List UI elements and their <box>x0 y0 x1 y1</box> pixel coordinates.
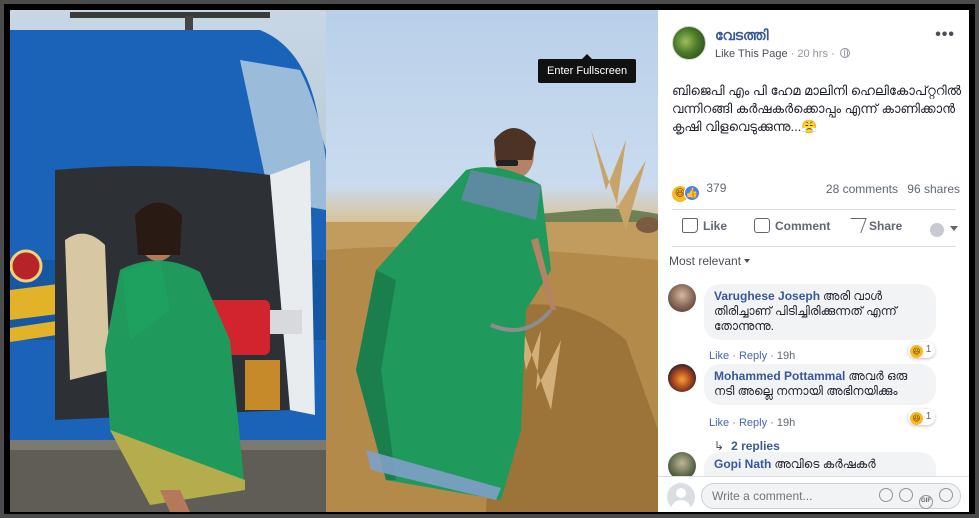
page-name[interactable]: വേടത്തി <box>715 27 769 44</box>
photo-field-panel <box>326 10 658 512</box>
haha-reaction-icon: 😆 <box>910 345 923 358</box>
comment-reaction-count: 1 <box>925 344 932 355</box>
comment-author[interactable]: Varughese Joseph <box>714 289 820 303</box>
avatar <box>667 483 695 511</box>
post-actions: Like Comment Share <box>672 213 962 243</box>
like-button[interactable]: Like <box>682 218 727 233</box>
gif-icon[interactable]: GIF <box>919 495 933 509</box>
enter-fullscreen-tooltip: Enter Fullscreen <box>538 54 637 83</box>
like-icon <box>682 218 698 233</box>
chevron-down-icon[interactable] <box>950 226 958 231</box>
divider-bottom <box>672 246 956 247</box>
reaction-count[interactable]: 379 <box>706 181 726 195</box>
helicopter-scene <box>10 12 326 512</box>
sticker-icon[interactable] <box>939 488 953 502</box>
comment-bubble: Varughese Joseph അരി വാൾ തിരിച്ചാണ് പിടിച… <box>704 284 936 340</box>
comment-reactions[interactable]: 😆 1 <box>908 409 936 425</box>
comment-time[interactable]: 19h <box>777 350 795 362</box>
post-side-panel: വേടത്തി Like This Page · 20 hrs · ••• ബി… <box>658 10 969 512</box>
engagement-counts: 28 comments 96 shares <box>820 182 960 196</box>
avatar[interactable] <box>668 364 696 392</box>
avatar[interactable] <box>668 284 696 312</box>
shares-count[interactable]: 96 shares <box>907 182 960 196</box>
camera-icon[interactable] <box>899 488 913 502</box>
comment-text: അവിടെ കർഷകർ <box>774 457 876 471</box>
more-icon[interactable]: ••• <box>935 26 955 44</box>
comment-like-link[interactable]: Like <box>709 417 729 429</box>
harvest-scene <box>326 127 658 512</box>
like-button-label: Like <box>703 219 728 233</box>
view-replies-link[interactable]: ↳ 2 replies <box>714 439 780 453</box>
comment-author[interactable]: Gopi Nath <box>714 457 771 471</box>
comment-reply-link[interactable]: Reply <box>739 350 767 362</box>
composer-tools: GIF <box>873 488 953 509</box>
post-header: വേടത്തി Like This Page · 20 hrs · ••• <box>658 10 969 74</box>
comment-button-label: Comment <box>775 219 831 233</box>
share-button-label: Share <box>869 219 903 233</box>
comment-icon <box>754 218 770 233</box>
comment-reaction-count: 1 <box>925 411 932 422</box>
sort-chevron-icon <box>744 259 751 263</box>
comment-actions: Like · Reply · 19h <box>709 417 796 429</box>
comment-like-link[interactable]: Like <box>709 350 729 362</box>
post-time[interactable]: 20 hrs <box>797 48 828 60</box>
audience-icon[interactable] <box>930 223 944 237</box>
sort-label: Most relevant <box>669 254 742 268</box>
comment-reply-link[interactable]: Reply <box>739 417 767 429</box>
comment-bubble: Mohammed Pottammal അവർ ഒരു നടി അല്ലെ നന്ന… <box>704 364 936 405</box>
like-page-link[interactable]: Like This Page <box>715 48 788 60</box>
post-text: ബിജെപി എം പി ഹേമ മാലിനി ഹെലികോപ്റ്ററിൽ വ… <box>672 83 962 134</box>
meta-separator-2: · <box>831 48 835 60</box>
comment-composer: GIF <box>658 476 969 512</box>
comment-sort-dropdown[interactable]: Most relevant <box>669 254 751 268</box>
photo-helicopter-panel <box>10 10 326 512</box>
post-meta: Like This Page · 20 hrs · <box>715 48 850 60</box>
comment-actions: Like · Reply · 19h <box>709 350 796 362</box>
reactions-bar: 😆👍 379 28 comments 96 shares <box>672 181 960 202</box>
reply-arrow-icon: ↳ <box>714 439 725 453</box>
comment-reactions[interactable]: 😆 1 <box>908 342 936 358</box>
comment-author[interactable]: Mohammed Pottammal <box>714 369 845 383</box>
divider-top <box>672 209 956 210</box>
replies-label: 2 replies <box>731 439 780 453</box>
page-avatar[interactable] <box>672 26 706 60</box>
comments-count[interactable]: 28 comments <box>826 182 898 196</box>
share-button[interactable]: Share <box>845 218 903 233</box>
post-photo[interactable] <box>10 10 658 512</box>
comment-button[interactable]: Comment <box>754 218 830 233</box>
haha-reaction-icon: 😆 <box>910 412 923 425</box>
like-reaction-icon[interactable]: 👍 <box>684 185 700 201</box>
comment-time[interactable]: 19h <box>777 417 795 429</box>
meta-separator: · <box>790 48 795 60</box>
emoji-icon[interactable] <box>879 488 893 502</box>
globe-icon <box>839 48 850 58</box>
share-icon <box>845 218 867 233</box>
